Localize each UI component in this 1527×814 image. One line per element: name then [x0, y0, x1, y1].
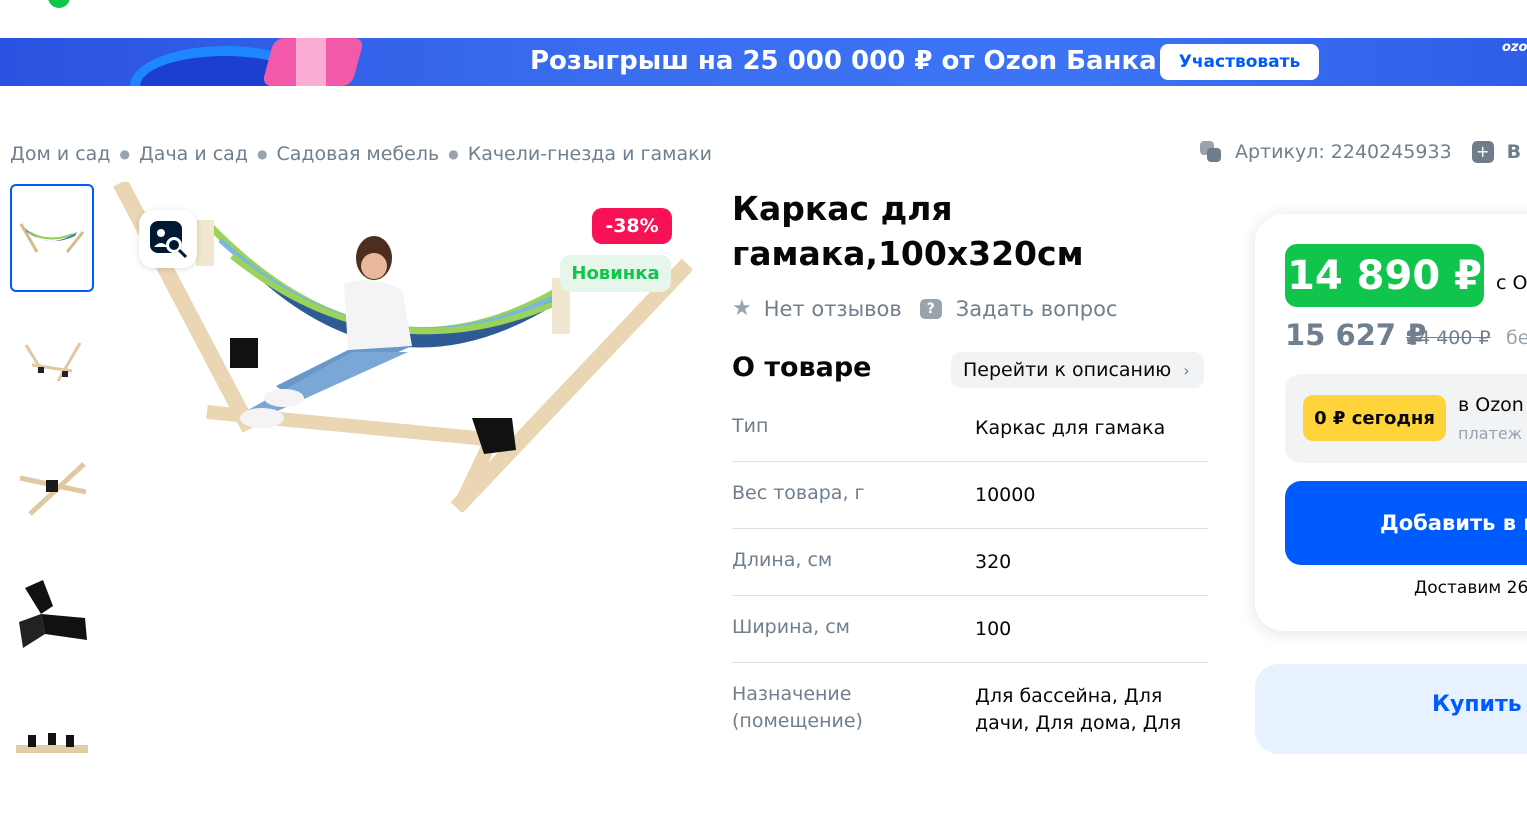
installment-note: платеж [1458, 424, 1523, 443]
breadcrumb-separator: ● [256, 147, 268, 161]
buy-now-button[interactable]: Купить в [1432, 692, 1527, 717]
spec-value: Для бассейна, Для дачи, Для дома, Для [975, 685, 1182, 734]
chevron-right-icon: › [1183, 360, 1190, 380]
promo-banner[interactable]: Розыгрыш на 25 000 000 ₽ от Ozon Банка У… [0, 38, 1527, 86]
discount-badge: -38% [592, 208, 672, 244]
spec-value: 10000 [975, 484, 1036, 506]
spec-value: Каркас для гамака [975, 417, 1166, 439]
gift-ribbon [296, 38, 326, 86]
banner-title: Розыгрыш на 25 000 000 ₽ от Ozon Банка [530, 46, 1157, 76]
breadcrumb-item[interactable]: Дача и сад [139, 143, 248, 165]
spec-value: 100 [975, 618, 1012, 640]
thumbnail[interactable] [10, 310, 94, 418]
question-icon: ? [919, 298, 942, 319]
card-price-suffix: с О [1496, 272, 1527, 294]
breadcrumb-item[interactable]: Качели-гнезда и гамаки [468, 143, 712, 165]
breadcrumb-separator: ● [119, 147, 130, 161]
about-heading: О товаре [732, 352, 872, 383]
spec-key: Ширина, см [732, 616, 850, 638]
article-copy-icon[interactable] [1200, 141, 1222, 163]
spec-row: Длина, см 320 [732, 529, 1208, 596]
ozon-logo-icon[interactable] [48, 0, 70, 8]
thumbnail[interactable] [10, 688, 94, 796]
go-to-description-button[interactable]: Перейти к описанию › [951, 352, 1204, 388]
specs-table: Тип Каркас для гамака Вес товара, г 1000… [732, 395, 1208, 783]
card-price[interactable]: 14 890 ₽ [1285, 244, 1484, 307]
thumbnail[interactable] [10, 184, 94, 292]
spec-row: Тип Каркас для гамака [732, 395, 1208, 462]
ask-question-link[interactable]: Задать вопрос [956, 297, 1118, 321]
product-title: Каркас для гамака,100x320см [732, 189, 1084, 273]
breadcrumb-item[interactable]: Дом и сад [10, 143, 110, 165]
top-strip [0, 0, 1527, 38]
delivery-info: Доставим 26 [1414, 578, 1527, 598]
spec-row: Назначение (помещение) Для бассейна, Для… [732, 663, 1208, 783]
new-badge: Новинка [560, 255, 671, 292]
article-extra[interactable]: В [1507, 141, 1521, 163]
thumbnail[interactable] [10, 562, 94, 670]
spec-key: Длина, см [732, 549, 833, 571]
installment-where: в Ozon [1458, 394, 1524, 416]
zoom-search-icon[interactable] [139, 210, 197, 268]
product-meta: ★ Нет отзывов ? Задать вопрос [732, 296, 1117, 321]
spec-key: Тип [732, 415, 769, 437]
spec-value: 320 [975, 551, 1012, 573]
breadcrumb-separator: ● [448, 147, 459, 161]
thumbnail-list [10, 184, 94, 814]
article-number[interactable]: Артикул: 2240245933 [1235, 141, 1452, 163]
spec-key: Вес товара, г [732, 482, 865, 504]
compare-icon[interactable]: + [1471, 141, 1494, 163]
breadcrumb-item[interactable]: Садовая мебель [276, 143, 439, 165]
price-note: бе [1506, 327, 1527, 349]
reviews-link[interactable]: Нет отзывов [764, 297, 902, 321]
breadcrumb: Дом и сад ● Дача и сад ● Садовая мебель … [10, 143, 712, 165]
participate-button[interactable]: Участвовать [1160, 44, 1319, 80]
spec-row: Ширина, см 100 [732, 596, 1208, 663]
old-price: 24 400 ₽ [1406, 327, 1491, 349]
spec-row: Вес товара, г 10000 [732, 462, 1208, 529]
thumbnail[interactable] [10, 436, 94, 544]
installment-today-badge: 0 ₽ сегодня [1303, 395, 1446, 441]
article-info: Артикул: 2240245933 + В [1200, 141, 1521, 163]
banner-brand: ozon [1502, 40, 1527, 55]
star-icon: ★ [732, 296, 752, 321]
add-to-cart-button[interactable]: Добавить в к [1285, 481, 1527, 565]
spec-key: Назначение (помещение) [732, 683, 863, 732]
go-to-description-label: Перейти к описанию [963, 359, 1172, 381]
